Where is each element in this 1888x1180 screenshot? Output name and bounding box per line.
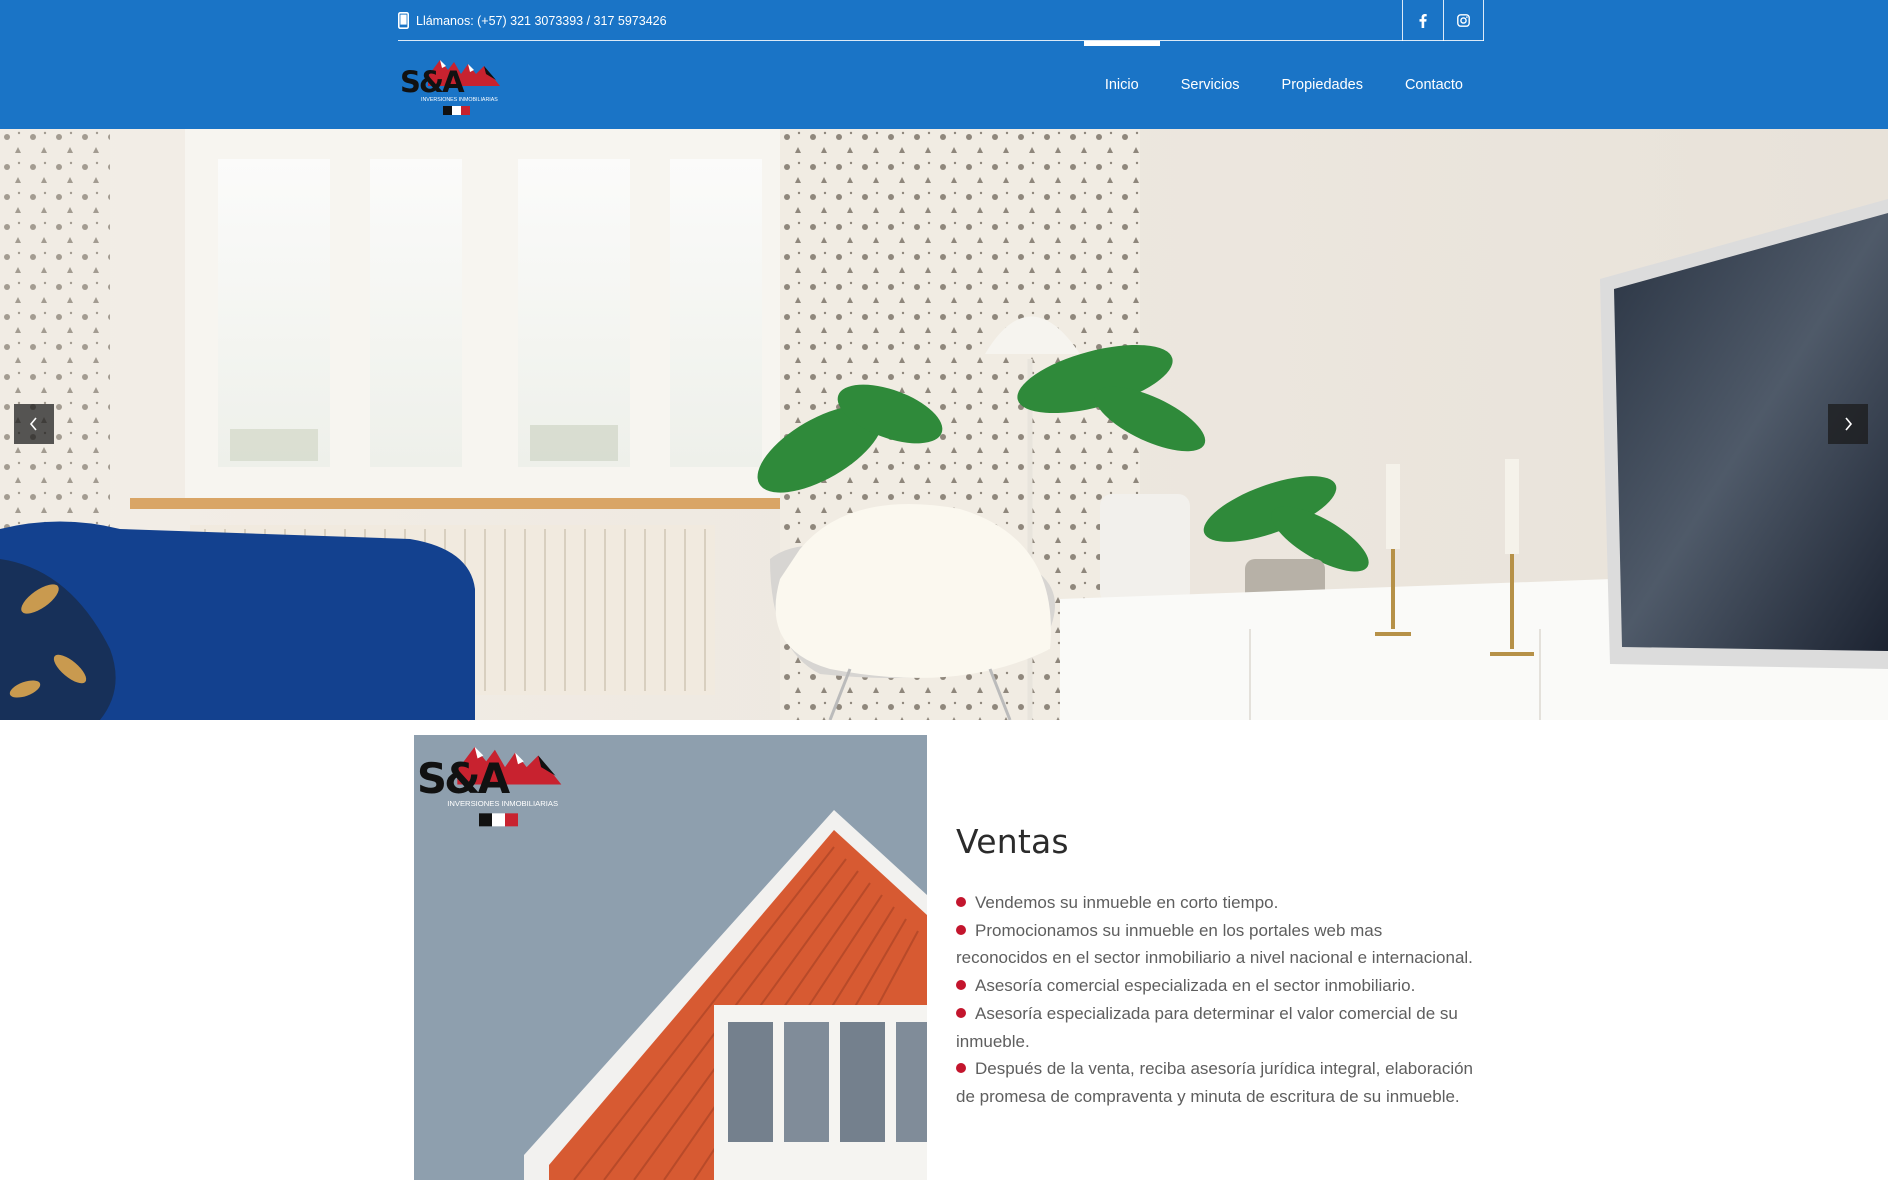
- ventas-section: Ventas Vendemos su inmueble en corto tie…: [956, 822, 1476, 1111]
- instagram-icon: [1457, 14, 1470, 27]
- nav-item-propiedades[interactable]: Propiedades: [1261, 41, 1384, 129]
- svg-text:S&A: S&A: [417, 754, 511, 803]
- nav-item-servicios[interactable]: Servicios: [1160, 41, 1261, 129]
- nav-item-contacto[interactable]: Contacto: [1384, 41, 1484, 129]
- bullet-icon: [956, 1063, 966, 1074]
- bullet-icon: [956, 897, 966, 907]
- section-title: Ventas: [956, 822, 1069, 861]
- chevron-left-icon: [29, 417, 37, 431]
- list-item: Vendemos su inmueble en corto tiempo.: [956, 889, 1476, 917]
- phone-text: Llámanos: (+57) 321 3073393 / 317 597342…: [416, 13, 667, 28]
- bullet-icon: [956, 980, 966, 991]
- top-bar: Llámanos: (+57) 321 3073393 / 317 597342…: [398, 0, 1484, 41]
- list-item: Después de la venta, reciba asesoría jur…: [956, 1059, 1474, 1106]
- social-links: [1402, 0, 1484, 41]
- main-nav: Inicio Servicios Propiedades Contacto: [1083, 41, 1484, 129]
- hero-image: [0, 129, 1888, 720]
- nav-item-inicio[interactable]: Inicio: [1083, 41, 1160, 129]
- site-header: Llámanos: (+57) 321 3073393 / 317 597342…: [0, 0, 1888, 129]
- bullet-icon: [956, 924, 966, 935]
- chevron-right-icon: [1845, 417, 1853, 431]
- facebook-button[interactable]: [1402, 0, 1443, 41]
- list-item: Asesoría comercial especializada en el s…: [956, 972, 1476, 1000]
- site-logo[interactable]: S&A INVERSIONES INMOBILIARIAS: [398, 52, 524, 118]
- ventas-list: Vendemos su inmueble en corto tiempo. Pr…: [956, 889, 1476, 1111]
- content-logo: S&A INVERSIONES INMOBILIARIAS: [417, 746, 562, 827]
- phone-icon: [398, 12, 409, 29]
- bullet-icon: [956, 1007, 966, 1018]
- ventas-image: S&A INVERSIONES INMOBILIARIAS: [414, 735, 927, 1180]
- facebook-icon: [1419, 13, 1427, 28]
- hero-slider: [0, 129, 1888, 720]
- instagram-button[interactable]: [1443, 0, 1484, 41]
- logo-tagline: INVERSIONES INMOBILIARIAS: [421, 97, 498, 103]
- list-item: Asesoría especializada para determinar e…: [956, 1003, 1458, 1051]
- slider-next-button[interactable]: [1828, 404, 1868, 444]
- phone-contact: Llámanos: (+57) 321 3073393 / 317 597342…: [398, 12, 667, 29]
- list-item: Promocionamos su inmueble en los portale…: [956, 920, 1473, 968]
- svg-text:INVERSIONES INMOBILIARIAS: INVERSIONES INMOBILIARIAS: [447, 799, 558, 808]
- slider-prev-button[interactable]: [14, 404, 54, 444]
- logo-letters: S&A: [400, 65, 465, 99]
